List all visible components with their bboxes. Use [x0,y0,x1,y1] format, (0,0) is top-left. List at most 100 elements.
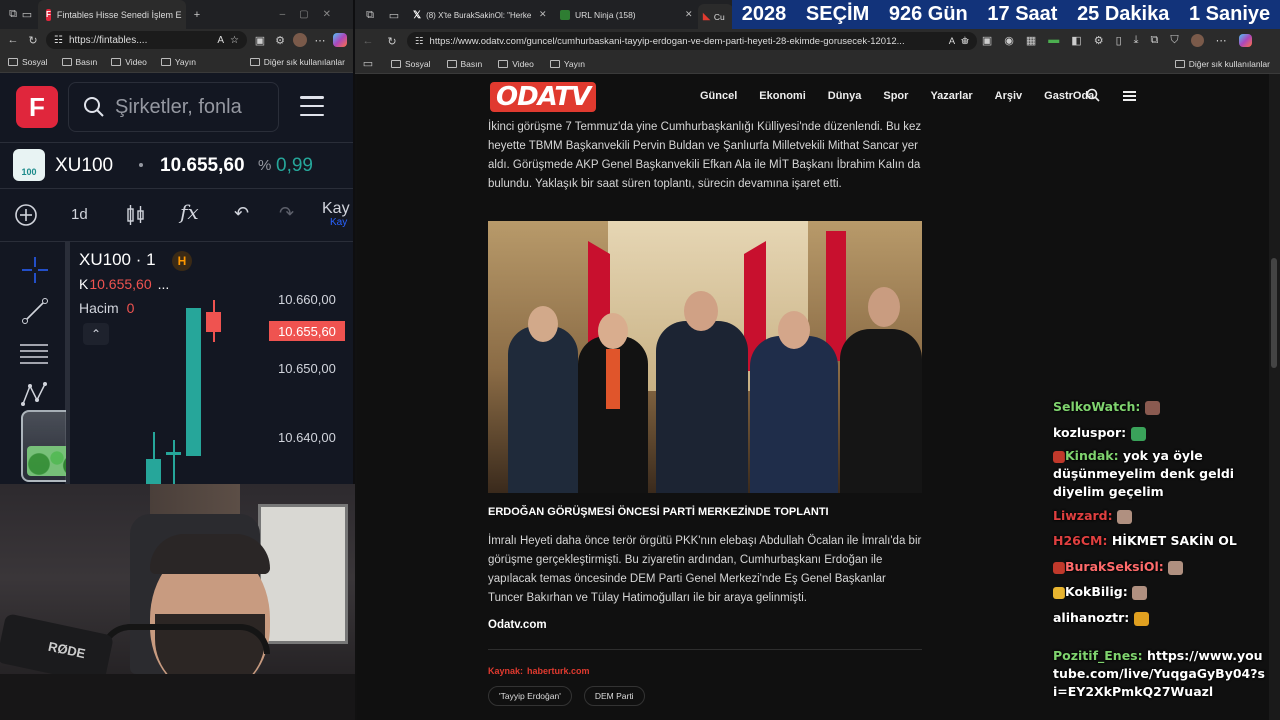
candle-type-icon[interactable] [125,203,147,227]
article-heading: ERDOĞAN GÖRÜŞMESİ ÖNCESİ PARTİ MERKEZİND… [488,506,829,518]
other-bookmarks[interactable]: Diğer sık kullanılanlar [249,57,345,67]
bookmark-folder[interactable]: Basın [61,57,97,67]
bookmark-folder[interactable]: Sosyal [8,57,48,67]
nav-arsiv[interactable]: Arşiv [995,90,1023,102]
more-icon[interactable]: ⋯ [313,33,327,47]
chat-message: Liwzard: [1053,507,1268,532]
download-icon[interactable]: ⤓ [1134,34,1139,47]
webcam-feed: RØDE [0,484,355,720]
nav-dunya[interactable]: Dünya [828,90,862,102]
odatv-navbar: ODATV Güncel Ekonomi Dünya Spor Yazarlar… [357,74,1269,118]
bookmark-folder[interactable]: Yayın [160,57,196,67]
favorite-icon[interactable]: ☆ [960,34,970,47]
tab-twitter[interactable]: 𝕏 (8) X'te BurakSakinOl: "Herke [413,5,547,25]
folder-icon [498,59,509,68]
refresh-icon[interactable]: ↻ [385,34,399,48]
translate-icon[interactable]: A [949,36,955,47]
save-button[interactable]: Kay [322,200,350,218]
undo-icon[interactable]: ↶ [234,203,249,224]
bookmarks-hub-icon[interactable]: ▭ [361,57,375,71]
extension-icon[interactable]: ▣ [982,34,992,47]
copilot-icon[interactable] [333,33,347,47]
nav-guncel[interactable]: Güncel [700,90,737,102]
bookmark-folder[interactable]: Video [111,57,147,67]
back-icon[interactable]: ← [6,33,20,47]
bookmark-folder[interactable]: Yayın [549,59,585,69]
interval-button[interactable]: 1d [71,206,88,223]
tag-chip[interactable]: DEM Parti [583,686,645,706]
tab-url-ninja[interactable]: URL Ninja (158) [560,5,680,25]
collapse-legend-button[interactable]: ⌃ [83,323,109,345]
search-icon[interactable] [1086,88,1100,102]
tab-fintables[interactable]: F Fintables Hisse Senedi İşlem E ✕ [38,0,186,29]
bookmark-folder[interactable]: Sosyal [391,59,431,69]
hamburger-menu-icon[interactable] [300,96,324,116]
back-icon[interactable]: ← [361,34,375,48]
odatv-logo[interactable]: ODATV [490,82,597,112]
split-screen-icon[interactable]: ▯ [1116,34,1122,47]
new-tab-icon[interactable]: + [190,8,204,22]
pattern-tool-icon[interactable] [20,380,50,408]
redo-icon[interactable]: ↷ [279,203,294,224]
add-indicator-icon[interactable] [14,203,38,227]
fib-retracement-icon[interactable] [18,340,50,368]
collections-icon[interactable]: ⧉ [1151,34,1159,47]
site-info-icon[interactable]: ☷ [54,35,63,46]
extension-icon[interactable]: ◉ [1004,34,1014,47]
tab-actions-icon[interactable]: ▭ [387,8,401,22]
url-text: https://www.odatv.com/guncel/cumhurbaska… [429,35,905,47]
fintables-logo[interactable]: F [16,86,58,128]
extension-icon[interactable]: ▦ [1026,34,1036,47]
close-tab-icon[interactable]: ✕ [685,9,693,20]
address-bar[interactable]: ☷ https://www.odatv.com/guncel/cumhurbas… [407,32,977,50]
site-info-icon[interactable]: ☷ [415,36,424,47]
address-bar[interactable]: ☷ https://fintables.... A ☆ [46,31,247,49]
crosshair-icon[interactable] [20,255,50,285]
profile-avatar[interactable] [1190,34,1204,47]
whiteboard [258,504,348,644]
streamer-hair [150,534,270,574]
extension-icon[interactable]: ◧ [1071,34,1081,47]
indicators-fx-icon[interactable]: fx [180,200,199,224]
photo-person-face [684,291,718,331]
search-input[interactable]: Şirketler, fonla [68,82,279,132]
workspaces-icon[interactable]: ⧉ [6,8,20,22]
read-aloud-icon[interactable]: A [217,35,224,46]
nav-yazarlar[interactable]: Yazarlar [930,90,972,102]
extensions-icon[interactable]: ⚙ [273,33,287,47]
extensions-row: ☆ ▣ ◉ ▦ ▬ ◧ ⚙ ▯ ⤓ ⧉ ⛉ ⋯ [960,34,1252,47]
source-link[interactable]: haberturk.com [527,666,590,676]
bookmark-folder[interactable]: Video [498,59,534,69]
more-icon[interactable]: ⋯ [1216,34,1227,47]
emote-icon [1116,509,1132,524]
ticker-symbol[interactable]: XU100 [55,155,113,177]
copilot-icon[interactable] [1238,34,1252,47]
nav-ekonomi[interactable]: Ekonomi [759,90,805,102]
menu-icon[interactable] [1123,91,1136,101]
other-bookmarks[interactable]: Diğer sık kullanılanlar [1174,59,1270,69]
shield-icon[interactable]: ⛉ [1170,34,1178,47]
headset [100,624,270,654]
window-controls[interactable]: –▢✕ [280,9,353,20]
chat-message: Pozitif_Enes: https://www.youtube.com/li… [1053,648,1265,699]
profile-avatar[interactable] [293,33,307,47]
url-text: https://fintables.... [68,34,148,46]
price-tick: 10.640,00 [278,430,336,445]
workspaces-icon[interactable]: ⧉ [363,8,377,22]
tab-actions-icon[interactable]: ▭ [20,8,34,22]
scrollbar-thumb[interactable] [1271,258,1277,368]
scrollbar[interactable] [1269,74,1280,720]
extensions-icon[interactable]: ⚙ [1094,34,1104,47]
extension-icon[interactable]: ▣ [253,33,267,47]
favorite-icon[interactable]: ☆ [230,35,239,46]
nav-spor[interactable]: Spor [883,90,908,102]
refresh-icon[interactable]: ↻ [26,33,40,47]
emote-icon [1133,611,1149,626]
tag-chip[interactable]: 'Tayyip Erdoğan' [488,686,572,706]
extension-icon[interactable]: ▬ [1048,34,1059,47]
trend-line-icon[interactable] [20,296,50,326]
close-tab-icon[interactable]: ✕ [539,9,547,20]
election-countdown-banner: 2028 SEÇİM 926 Gün 17 Saat 25 Dakika 1 S… [732,0,1280,29]
bookmark-folder[interactable]: Basın [446,59,482,69]
tab-odatv[interactable]: ◣ Cu [698,4,733,29]
